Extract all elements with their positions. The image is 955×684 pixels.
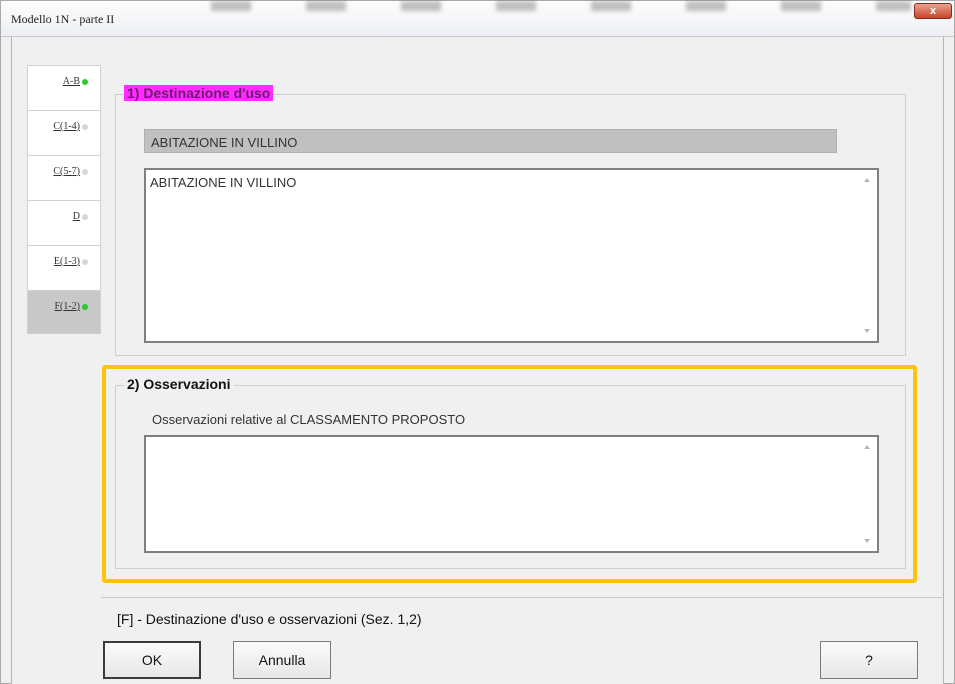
tab-d[interactable]: D [27, 200, 101, 245]
title-bar: Modello 1N - parte II x [1, 1, 954, 37]
tab-label: C(1-4) [53, 121, 80, 132]
status-dot-icon [82, 259, 88, 265]
destinazione-uso-legend: 1) Destinazione d'uso [124, 85, 274, 101]
tab-c-1-4[interactable]: C(1-4) [27, 110, 101, 155]
section-tabs: A-B C(1-4) C(5-7) D E(1-3) F(1-2) [27, 65, 101, 334]
tab-label: F(1-2) [54, 301, 80, 312]
tab-label: A-B [62, 76, 80, 87]
help-button[interactable]: ? [820, 641, 918, 679]
status-dot-icon [82, 304, 88, 310]
tab-c-5-7[interactable]: C(5-7) [27, 155, 101, 200]
close-button[interactable]: x [914, 3, 952, 19]
tab-f-1-2[interactable]: F(1-2) [27, 290, 101, 334]
destinazione-uso-text: ABITAZIONE IN VILLINO [150, 175, 297, 190]
window-title: Modello 1N - parte II [11, 12, 115, 26]
tab-label: D [72, 211, 80, 222]
tab-a-b[interactable]: A-B [27, 65, 101, 110]
scroll-up-icon[interactable] [864, 178, 870, 182]
tab-label: C(5-7) [53, 166, 80, 177]
status-dot-icon [82, 79, 88, 85]
dialog-window: Modello 1N - parte II x A-B C(1-4) C(5-7… [0, 0, 955, 684]
status-dot-icon [82, 214, 88, 220]
destinazione-uso-textarea[interactable]: ABITAZIONE IN VILLINO [144, 168, 879, 343]
cancel-button[interactable]: Annulla [233, 641, 331, 679]
status-dot-icon [82, 124, 88, 130]
tab-label: E(1-3) [53, 256, 80, 267]
footer-divider [101, 597, 944, 598]
ok-button[interactable]: OK [103, 641, 201, 679]
osservazioni-highlight-frame [102, 365, 917, 583]
title-bar-decoration [211, 1, 911, 11]
tab-e-1-3[interactable]: E(1-3) [27, 245, 101, 290]
vertical-scrollbar[interactable] [861, 172, 875, 339]
scroll-down-icon[interactable] [864, 329, 870, 333]
destinazione-uso-selected-field[interactable]: ABITAZIONE IN VILLINO [144, 129, 837, 153]
status-dot-icon [82, 169, 88, 175]
section-description: [F] - Destinazione d'uso e osservazioni … [117, 611, 422, 627]
